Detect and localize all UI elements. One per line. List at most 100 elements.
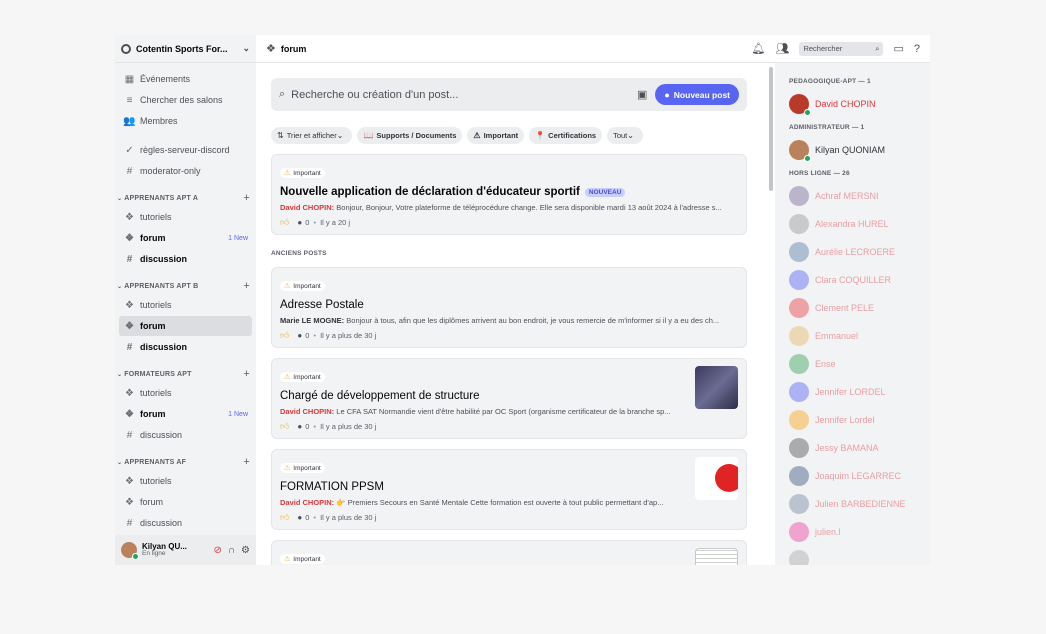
avatar[interactable] — [789, 410, 809, 430]
avatar[interactable] — [789, 382, 809, 402]
channel-item[interactable]: ❖ forum — [119, 492, 252, 512]
member-item[interactable]: Emmanuel — [789, 322, 930, 350]
avatar[interactable] — [121, 542, 139, 560]
member-item[interactable] — [789, 546, 930, 565]
member-item[interactable]: Joaquim LEGARREC — [789, 462, 930, 490]
new-post-label: Nouveau post — [673, 89, 730, 100]
filter-chip[interactable]: ⇅ Trier et afficher ⌄ — [271, 127, 353, 144]
thumbs-up-icon[interactable]: 👍︎ — [280, 330, 289, 341]
channel-category[interactable]: ⌄ APPRENANTS AF + — [115, 453, 256, 471]
avatar[interactable] — [789, 242, 809, 262]
thumbs-up-icon[interactable]: 👍︎ — [280, 217, 289, 228]
sidebar-item-members[interactable]: 👥 Membres — [119, 111, 252, 131]
channel-category[interactable]: ⌄ APPRENANTS APT B + — [115, 277, 256, 295]
add-channel-icon[interactable]: + — [243, 456, 250, 468]
avatar[interactable] — [789, 522, 809, 542]
post-preview: David CHOPIN: 👉 Premiers Secours en Sant… — [280, 498, 705, 507]
avatar[interactable] — [789, 298, 809, 318]
filter-chip[interactable]: 📖 Supports / Documents — [357, 127, 463, 144]
channel-item[interactable]: ✓ règles-serveur-discord — [119, 140, 252, 160]
channel-category[interactable]: ⌄ FORMATEURS APT + — [115, 365, 256, 383]
avatar[interactable] — [789, 438, 809, 458]
channel-item[interactable]: # discussion — [119, 513, 252, 533]
post-card[interactable]: ⚠ImportantEpreuves UC 1-2 / Passages — [271, 540, 747, 565]
member-item[interactable]: Julien BARBEDIENNE — [789, 490, 930, 518]
headphones-icon[interactable]: ∩ — [228, 545, 235, 556]
filter-chip[interactable]: Tout ⌄ — [607, 127, 643, 144]
channel-item[interactable]: ❖ tutoriels — [119, 471, 252, 491]
channel-item[interactable]: ❖ tutoriels — [119, 383, 252, 403]
thumbs-up-icon[interactable]: 👍︎ — [280, 421, 289, 432]
avatar[interactable] — [789, 354, 809, 374]
post-card[interactable]: ⚠ Important Nouvelle application de déclar… — [271, 154, 747, 235]
member-item[interactable]: Kilyan QUONIAM — [789, 136, 930, 164]
sidebar-item-browse-channels[interactable]: ≡ Chercher des salons — [119, 90, 252, 110]
channel-item[interactable]: # discussion — [119, 425, 252, 445]
channel-item[interactable]: ❖ forum 1 New — [119, 228, 252, 248]
server-header[interactable]: Cotentin Sports For... ⌄ — [115, 35, 256, 63]
post-thumbnail[interactable] — [695, 548, 738, 565]
member-item[interactable]: Clara COQUILLER — [789, 266, 930, 294]
add-channel-icon[interactable]: + — [243, 280, 250, 292]
search-input[interactable]: Rechercher ⌕ — [799, 41, 884, 56]
member-item[interactable]: Ense — [789, 350, 930, 378]
thumbs-up-icon[interactable]: 👍︎ — [280, 512, 289, 523]
mic-muted-icon[interactable]: ⊘ — [213, 545, 221, 556]
member-item[interactable]: Aurélie LECROERE — [789, 238, 930, 266]
member-item[interactable]: Alexandra HUREL — [789, 210, 930, 238]
member-item[interactable]: Achraf MERSNI — [789, 182, 930, 210]
filter-chip[interactable]: 📍 Certifications — [529, 127, 603, 144]
avatar[interactable] — [789, 140, 811, 162]
post-title[interactable]: FORMATION PPSM — [280, 481, 738, 493]
member-item[interactable]: Jennifer LORDEL — [789, 378, 930, 406]
sidebar-item-events[interactable]: ▦ Événements — [119, 69, 252, 89]
post-title[interactable]: Adresse Postale — [280, 299, 738, 311]
add-channel-icon[interactable]: + — [243, 368, 250, 380]
post-thumbnail[interactable] — [695, 366, 738, 409]
bell-icon[interactable]: 🔔︎ — [752, 42, 766, 55]
avatar[interactable] — [789, 270, 809, 290]
avatar[interactable] — [789, 550, 809, 565]
new-post-button[interactable]: ● Nouveau post — [655, 84, 739, 105]
post-title[interactable]: Chargé de développement de structure — [280, 390, 738, 402]
hash-icon: # — [126, 429, 133, 441]
add-channel-icon[interactable]: + — [243, 192, 250, 204]
channel-item[interactable]: # moderator-only — [119, 161, 252, 181]
channel-item[interactable]: ❖ forum — [119, 316, 252, 336]
avatar[interactable] — [789, 494, 809, 514]
avatar[interactable] — [789, 214, 809, 234]
channel-item[interactable]: ❖ forum 1 New — [119, 404, 252, 424]
member-item[interactable]: Jessy BAMANA — [789, 434, 930, 462]
avatar[interactable] — [789, 186, 809, 206]
channel-item[interactable]: ❖ tutoriels — [119, 207, 252, 227]
post-card[interactable]: ⚠ Important Chargé de développement de str… — [271, 358, 747, 439]
channel-item[interactable]: # discussion — [119, 249, 252, 269]
scrollbar[interactable] — [769, 67, 773, 191]
forum-icon: ❖ — [125, 299, 134, 311]
sidebar-item-label: Membres — [140, 116, 178, 126]
avatar[interactable] — [789, 466, 809, 486]
member-item[interactable]: David CHOPIN — [789, 90, 930, 118]
channel-item[interactable]: # discussion — [119, 337, 252, 357]
channel-item[interactable]: ❖ tutoriels — [119, 295, 252, 315]
members-list-icon[interactable]: 👥︎ — [776, 42, 790, 55]
post-author: Marie LE MOGNE: — [280, 316, 345, 325]
chevron-down-icon[interactable]: ⌄ — [242, 43, 250, 54]
member-item[interactable]: julien.l — [789, 518, 930, 546]
post-title[interactable]: Nouvelle application de déclaration d'éd… — [280, 186, 738, 198]
help-icon[interactable]: ? — [914, 43, 920, 55]
inbox-icon[interactable]: ▭ — [893, 42, 903, 55]
forum-search-input[interactable]: ⌕ Recherche ou création d'un post... ▣ ●… — [271, 78, 747, 111]
post-thumbnail[interactable] — [695, 457, 743, 500]
post-card[interactable]: ⚠ Important Adresse Postale Marie LE MOGNE:… — [271, 267, 747, 348]
gear-icon[interactable]: ⚙ — [241, 545, 250, 556]
filter-chip[interactable]: ⚠ Important — [467, 127, 525, 144]
post-card[interactable]: ⚠ Important FORMATION PPSM David CHOPIN: 👉 … — [271, 449, 747, 530]
image-icon[interactable]: ▣ — [637, 88, 647, 101]
avatar[interactable] — [789, 94, 811, 116]
sidebar-item-label: Chercher des salons — [140, 95, 223, 105]
member-item[interactable]: Clement PELE — [789, 294, 930, 322]
member-item[interactable]: Jennifer Lordel — [789, 406, 930, 434]
avatar[interactable] — [789, 326, 809, 346]
channel-category[interactable]: ⌄ APPRENANTS APT A + — [115, 189, 256, 207]
